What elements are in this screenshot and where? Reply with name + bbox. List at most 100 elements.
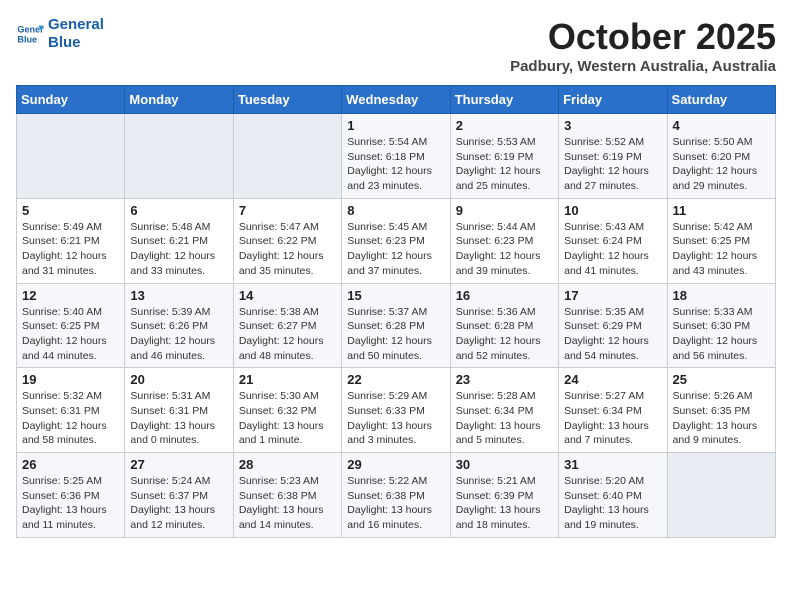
cell-content: Sunrise: 5:48 AM Sunset: 6:21 PM Dayligh… xyxy=(130,220,227,279)
cell-content: Sunrise: 5:37 AM Sunset: 6:28 PM Dayligh… xyxy=(347,305,444,364)
calendar-body: 1Sunrise: 5:54 AM Sunset: 6:18 PM Daylig… xyxy=(17,114,776,538)
day-number: 8 xyxy=(347,203,444,218)
calendar-cell: 24Sunrise: 5:27 AM Sunset: 6:34 PM Dayli… xyxy=(559,368,667,453)
calendar-cell xyxy=(17,114,125,199)
calendar-cell: 2 Sunrise: 5:53 AM Sunset: 6:19 PM Daylig… xyxy=(450,114,558,199)
calendar-cell xyxy=(667,453,775,538)
cell-content: Sunrise: 5:52 AM Sunset: 6:19 PM Dayligh… xyxy=(564,135,661,194)
day-number: 12 xyxy=(22,288,119,303)
cell-content: Sunrise: 5:38 AM Sunset: 6:27 PM Dayligh… xyxy=(239,305,336,364)
cell-content: Sunrise: 5:30 AM Sunset: 6:32 PM Dayligh… xyxy=(239,389,336,448)
cell-content: Sunrise: 5:36 AM Sunset: 6:28 PM Dayligh… xyxy=(456,305,553,364)
logo-line1: General xyxy=(48,16,104,34)
calendar-cell: 8 Sunrise: 5:45 AM Sunset: 6:23 PM Daylig… xyxy=(342,198,450,283)
calendar-cell: 14 Sunrise: 5:38 AM Sunset: 6:27 PM Dayli… xyxy=(233,283,341,368)
day-number: 7 xyxy=(239,203,336,218)
cell-content: Sunrise: 5:29 AM Sunset: 6:33 PM Dayligh… xyxy=(347,389,444,448)
day-number: 26 xyxy=(22,457,119,472)
calendar-cell: 5 Sunrise: 5:49 AM Sunset: 6:21 PM Daylig… xyxy=(17,198,125,283)
calendar-cell xyxy=(233,114,341,199)
day-number: 20 xyxy=(130,372,227,387)
calendar-cell: 16Sunrise: 5:36 AM Sunset: 6:28 PM Dayli… xyxy=(450,283,558,368)
calendar-cell: 28 Sunrise: 5:23 AM Sunset: 6:38 PM Dayli… xyxy=(233,453,341,538)
svg-text:Blue: Blue xyxy=(17,34,37,44)
weekday-header-wednesday: Wednesday xyxy=(342,86,450,114)
cell-content: Sunrise: 5:40 AM Sunset: 6:25 PM Dayligh… xyxy=(22,305,119,364)
day-number: 11 xyxy=(673,203,770,218)
cell-content: Sunrise: 5:27 AM Sunset: 6:34 PM Dayligh… xyxy=(564,389,661,448)
cell-content: Sunrise: 5:21 AM Sunset: 6:39 PM Dayligh… xyxy=(456,474,553,533)
calendar-cell: 13Sunrise: 5:39 AM Sunset: 6:26 PM Dayli… xyxy=(125,283,233,368)
calendar-week-1: 1Sunrise: 5:54 AM Sunset: 6:18 PM Daylig… xyxy=(17,114,776,199)
calendar-cell: 11Sunrise: 5:42 AM Sunset: 6:25 PM Dayli… xyxy=(667,198,775,283)
day-number: 30 xyxy=(456,457,553,472)
logo-line2: Blue xyxy=(48,34,104,52)
calendar-cell: 22 Sunrise: 5:29 AM Sunset: 6:33 PM Dayli… xyxy=(342,368,450,453)
calendar-cell: 18 Sunrise: 5:33 AM Sunset: 6:30 PM Dayli… xyxy=(667,283,775,368)
day-number: 22 xyxy=(347,372,444,387)
weekday-header-sunday: Sunday xyxy=(17,86,125,114)
cell-content: Sunrise: 5:26 AM Sunset: 6:35 PM Dayligh… xyxy=(673,389,770,448)
day-number: 21 xyxy=(239,372,336,387)
cell-content: Sunrise: 5:44 AM Sunset: 6:23 PM Dayligh… xyxy=(456,220,553,279)
day-number: 10 xyxy=(564,203,661,218)
cell-content: Sunrise: 5:31 AM Sunset: 6:31 PM Dayligh… xyxy=(130,389,227,448)
day-number: 5 xyxy=(22,203,119,218)
calendar-cell: 9 Sunrise: 5:44 AM Sunset: 6:23 PM Daylig… xyxy=(450,198,558,283)
cell-content: Sunrise: 5:20 AM Sunset: 6:40 PM Dayligh… xyxy=(564,474,661,533)
calendar-cell: 4Sunrise: 5:50 AM Sunset: 6:20 PM Daylig… xyxy=(667,114,775,199)
calendar-cell: 15 Sunrise: 5:37 AM Sunset: 6:28 PM Dayli… xyxy=(342,283,450,368)
calendar-cell: 6Sunrise: 5:48 AM Sunset: 6:21 PM Daylig… xyxy=(125,198,233,283)
weekday-header-tuesday: Tuesday xyxy=(233,86,341,114)
cell-content: Sunrise: 5:22 AM Sunset: 6:38 PM Dayligh… xyxy=(347,474,444,533)
location-title: Padbury, Western Australia, Australia xyxy=(510,58,776,75)
day-number: 25 xyxy=(673,372,770,387)
calendar-cell: 30 Sunrise: 5:21 AM Sunset: 6:39 PM Dayli… xyxy=(450,453,558,538)
day-number: 9 xyxy=(456,203,553,218)
calendar-cell: 10Sunrise: 5:43 AM Sunset: 6:24 PM Dayli… xyxy=(559,198,667,283)
day-number: 18 xyxy=(673,288,770,303)
cell-content: Sunrise: 5:49 AM Sunset: 6:21 PM Dayligh… xyxy=(22,220,119,279)
calendar-cell: 21 Sunrise: 5:30 AM Sunset: 6:32 PM Dayli… xyxy=(233,368,341,453)
cell-content: Sunrise: 5:45 AM Sunset: 6:23 PM Dayligh… xyxy=(347,220,444,279)
header: General Blue General Blue October 2025 P… xyxy=(16,16,776,75)
day-number: 15 xyxy=(347,288,444,303)
calendar-cell: 7 Sunrise: 5:47 AM Sunset: 6:22 PM Daylig… xyxy=(233,198,341,283)
title-area: October 2025 Padbury, Western Australia,… xyxy=(510,16,776,75)
calendar-cell: 19 Sunrise: 5:32 AM Sunset: 6:31 PM Dayli… xyxy=(17,368,125,453)
day-number: 17 xyxy=(564,288,661,303)
calendar-week-5: 26 Sunrise: 5:25 AM Sunset: 6:36 PM Dayli… xyxy=(17,453,776,538)
month-title: October 2025 xyxy=(510,16,776,58)
cell-content: Sunrise: 5:23 AM Sunset: 6:38 PM Dayligh… xyxy=(239,474,336,533)
cell-content: Sunrise: 5:28 AM Sunset: 6:34 PM Dayligh… xyxy=(456,389,553,448)
cell-content: Sunrise: 5:47 AM Sunset: 6:22 PM Dayligh… xyxy=(239,220,336,279)
cell-content: Sunrise: 5:32 AM Sunset: 6:31 PM Dayligh… xyxy=(22,389,119,448)
calendar-cell: 23Sunrise: 5:28 AM Sunset: 6:34 PM Dayli… xyxy=(450,368,558,453)
calendar-cell: 17 Sunrise: 5:35 AM Sunset: 6:29 PM Dayli… xyxy=(559,283,667,368)
calendar-cell: 25 Sunrise: 5:26 AM Sunset: 6:35 PM Dayli… xyxy=(667,368,775,453)
logo: General Blue General Blue xyxy=(16,16,104,52)
cell-content: Sunrise: 5:25 AM Sunset: 6:36 PM Dayligh… xyxy=(22,474,119,533)
calendar-cell: 26 Sunrise: 5:25 AM Sunset: 6:36 PM Dayli… xyxy=(17,453,125,538)
day-number: 2 xyxy=(456,118,553,133)
day-number: 29 xyxy=(347,457,444,472)
day-number: 13 xyxy=(130,288,227,303)
cell-content: Sunrise: 5:24 AM Sunset: 6:37 PM Dayligh… xyxy=(130,474,227,533)
day-number: 1 xyxy=(347,118,444,133)
cell-content: Sunrise: 5:35 AM Sunset: 6:29 PM Dayligh… xyxy=(564,305,661,364)
day-number: 14 xyxy=(239,288,336,303)
calendar-cell xyxy=(125,114,233,199)
weekday-header-thursday: Thursday xyxy=(450,86,558,114)
logo-icon: General Blue xyxy=(16,20,44,48)
cell-content: Sunrise: 5:53 AM Sunset: 6:19 PM Dayligh… xyxy=(456,135,553,194)
day-number: 19 xyxy=(22,372,119,387)
calendar-week-4: 19 Sunrise: 5:32 AM Sunset: 6:31 PM Dayli… xyxy=(17,368,776,453)
calendar-week-2: 5 Sunrise: 5:49 AM Sunset: 6:21 PM Daylig… xyxy=(17,198,776,283)
day-number: 28 xyxy=(239,457,336,472)
day-number: 27 xyxy=(130,457,227,472)
cell-content: Sunrise: 5:33 AM Sunset: 6:30 PM Dayligh… xyxy=(673,305,770,364)
weekday-header-monday: Monday xyxy=(125,86,233,114)
day-number: 3 xyxy=(564,118,661,133)
cell-content: Sunrise: 5:50 AM Sunset: 6:20 PM Dayligh… xyxy=(673,135,770,194)
day-number: 31 xyxy=(564,457,661,472)
